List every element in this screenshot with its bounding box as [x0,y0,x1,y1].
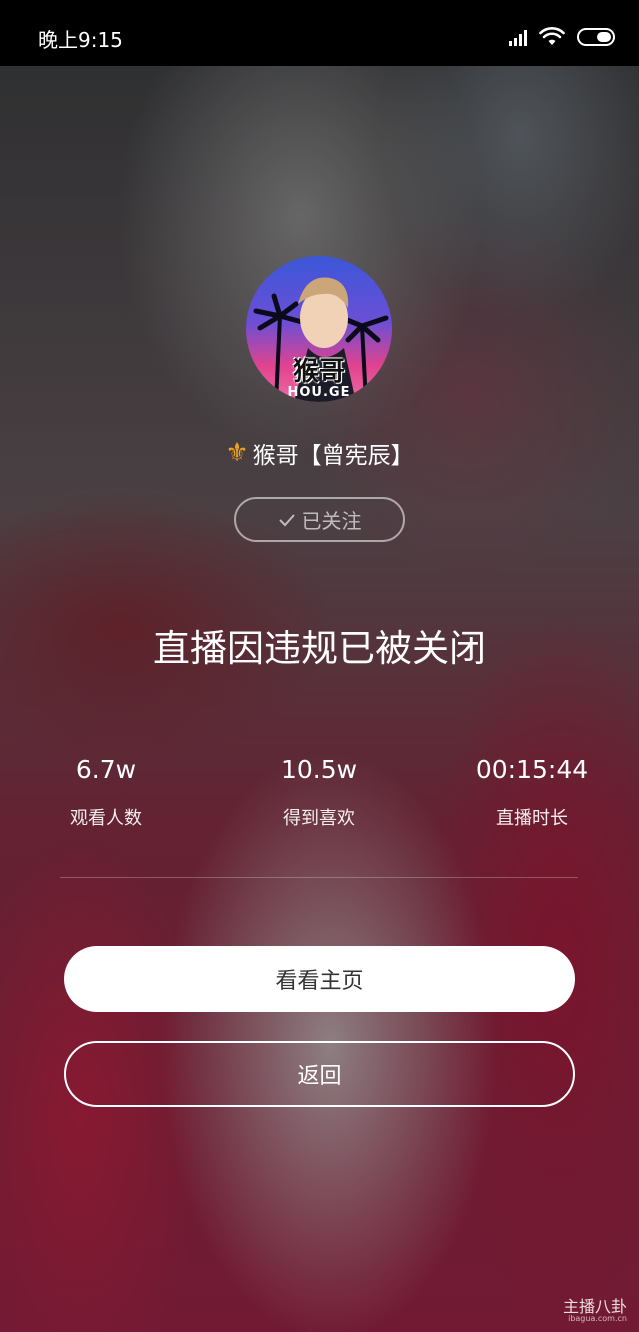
streamer-name: 猴哥【曾宪辰】 [252,443,414,469]
follow-label: 已关注 [301,509,362,533]
status-bar: 晚上9:15 [0,0,639,66]
stat-duration: 00:15:44 直播时长 [466,755,598,830]
signal-icon [509,28,527,46]
stat-value: 10.5w [280,755,358,784]
stat-label: 观看人数 [70,808,142,829]
stream-closed-message: 直播因违规已被关闭 [153,627,486,670]
view-homepage-button[interactable]: 看看主页 [64,946,575,1012]
watermark-subtext: ibagua.com.cn [568,1314,627,1324]
follow-button[interactable]: 已关注 [234,497,405,542]
battery-icon [577,28,615,46]
status-time: 晚上9:15 [38,28,123,52]
wifi-icon [539,27,565,45]
avatar-subtext: HOU.GE [287,385,351,400]
status-icons [509,22,615,52]
back-button[interactable]: 返回 [64,1041,575,1107]
divider [60,877,578,878]
streamer-name-row: ⚜ 猴哥【曾宪辰】 [0,436,639,470]
fleur-de-lis-icon: ⚜ [225,438,249,468]
stat-label: 直播时长 [496,808,568,829]
stat-likes: 10.5w 得到喜欢 [269,755,369,830]
stat-viewers: 6.7w 观看人数 [56,755,156,830]
watermark-text: 主播八卦 [562,1296,627,1316]
stat-value: 6.7w [75,755,137,784]
streamer-avatar[interactable]: 猴哥 HOU.GE [246,256,392,402]
watermark: 主播八卦 ibagua.com.cn [563,1298,627,1324]
stat-label: 得到喜欢 [283,808,355,829]
stat-value: 00:15:44 [475,755,589,784]
check-icon [278,513,295,526]
avatar-text: 猴哥 [292,357,345,387]
